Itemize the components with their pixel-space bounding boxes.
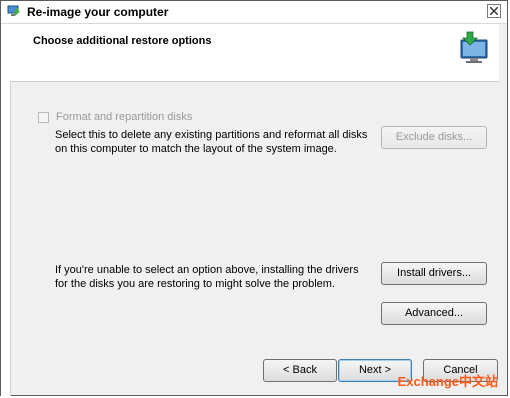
back-button[interactable]: < Back: [263, 359, 337, 382]
format-description-line1: Select this to delete any existing parti…: [55, 129, 368, 141]
title-bar[interactable]: Re-image your computer: [1, 1, 507, 24]
format-disks-checkbox[interactable]: [38, 112, 49, 123]
format-description-line2: on this computer to match the layout of …: [55, 143, 337, 155]
header-panel: Choose additional restore options: [10, 24, 499, 82]
advanced-button[interactable]: Advanced...: [381, 302, 487, 325]
reimage-dialog: Re-image your computer Choose additional…: [0, 0, 508, 396]
format-disks-label: Format and repartition disks: [56, 111, 193, 123]
install-drivers-button[interactable]: Install drivers...: [381, 262, 487, 285]
close-icon: [490, 7, 498, 15]
drivers-description-line2: for the disks you are restoring to might…: [55, 278, 336, 290]
exclude-disks-button[interactable]: Exclude disks...: [381, 126, 487, 149]
backup-app-icon: [7, 4, 21, 18]
restore-computer-icon: [453, 28, 493, 68]
drivers-description-line1: If you're unable to select an option abo…: [55, 264, 359, 276]
page-title: Choose additional restore options: [33, 35, 212, 47]
close-button[interactable]: [487, 4, 501, 18]
watermark-text: Exchange中文站: [397, 374, 498, 389]
window-title: Re-image your computer: [27, 5, 169, 19]
